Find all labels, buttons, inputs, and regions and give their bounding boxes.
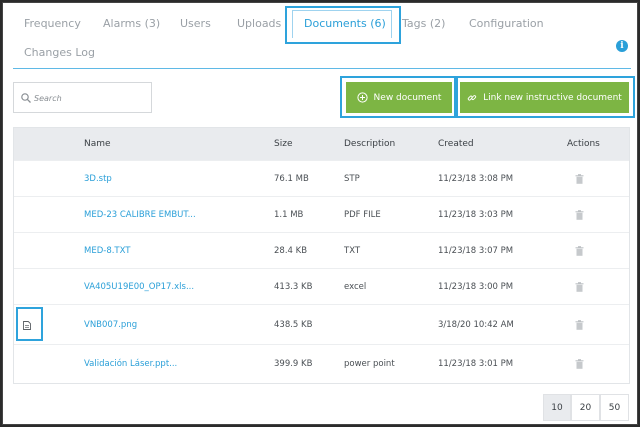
tab-documents[interactable]: Documents (6)	[304, 17, 386, 30]
document-created: 11/23/18 3:07 PM	[438, 246, 514, 256]
plus-circle-icon	[356, 92, 368, 103]
link-instructive-label: Link new instructive document	[483, 92, 622, 103]
document-size: 399.9 KB	[274, 359, 313, 369]
table-row: VA405U19E00_OP17.xls... 413.3 KB excel 1…	[14, 268, 629, 304]
document-description: excel	[344, 282, 367, 292]
table-row: Validación Láser.ppt... 399.9 KB power p…	[14, 344, 629, 382]
document-description: power point	[344, 359, 395, 369]
trash-icon[interactable]	[575, 174, 584, 184]
document-description: PDF FILE	[344, 210, 381, 220]
tab-underline	[13, 68, 631, 69]
info-icon[interactable]: i	[616, 40, 628, 52]
search-box	[13, 82, 152, 113]
search-input[interactable]	[34, 89, 146, 107]
page-size-50[interactable]: 50	[600, 394, 629, 421]
column-header-name[interactable]: Name	[84, 139, 111, 149]
document-name-link[interactable]: 3D.stp	[84, 174, 112, 184]
document-size: 1.1 MB	[274, 210, 304, 220]
column-header-created[interactable]: Created	[438, 139, 474, 149]
tab-bar: Frequency Alarms (3) Users Uploads Docum…	[3, 3, 637, 69]
document-created: 11/23/18 3:01 PM	[438, 359, 514, 369]
document-description: TXT	[344, 246, 361, 256]
column-header-description[interactable]: Description	[344, 139, 395, 149]
trash-icon[interactable]	[575, 246, 584, 256]
table-row: 3D.stp 76.1 MB STP 11/23/18 3:08 PM	[14, 160, 629, 196]
app-frame: Frequency Alarms (3) Users Uploads Docum…	[2, 2, 638, 425]
table-row: VNB007.png 438.5 KB 3/18/20 10:42 AM	[14, 304, 629, 344]
link-instructive-document-button[interactable]: Link new instructive document	[460, 82, 629, 113]
page-size-20[interactable]: 20	[571, 394, 600, 421]
tab-frequency[interactable]: Frequency	[24, 17, 81, 30]
trash-icon[interactable]	[575, 320, 584, 330]
document-created: 11/23/18 3:03 PM	[438, 210, 514, 220]
search-icon	[21, 93, 31, 103]
document-description: STP	[344, 174, 360, 184]
document-size: 28.4 KB	[274, 246, 308, 256]
column-header-size[interactable]: Size	[274, 139, 292, 149]
tab-users[interactable]: Users	[180, 17, 211, 30]
trash-icon[interactable]	[575, 210, 584, 220]
column-header-actions: Actions	[567, 139, 600, 149]
document-created: 3/18/20 10:42 AM	[438, 320, 514, 330]
trash-icon[interactable]	[575, 282, 584, 292]
document-size: 76.1 MB	[274, 174, 309, 184]
trash-icon[interactable]	[575, 359, 584, 369]
document-name-link[interactable]: VA405U19E00_OP17.xls...	[84, 282, 194, 292]
table-row: MED-8.TXT 28.4 KB TXT 11/23/18 3:07 PM	[14, 232, 629, 268]
document-name-link[interactable]: VNB007.png	[84, 320, 137, 330]
tab-changes-log[interactable]: Changes Log	[24, 46, 95, 59]
link-icon	[467, 94, 477, 100]
document-name-link[interactable]: MED-8.TXT	[84, 246, 130, 256]
document-size: 413.3 KB	[274, 282, 313, 292]
tab-configuration[interactable]: Configuration	[469, 17, 544, 30]
tab-uploads[interactable]: Uploads	[237, 17, 281, 30]
new-document-button[interactable]: New document	[346, 82, 452, 113]
document-created: 11/23/18 3:00 PM	[438, 282, 514, 292]
tab-alarms[interactable]: Alarms (3)	[103, 17, 160, 30]
document-name-link[interactable]: MED-23 CALIBRE EMBUT...	[84, 210, 196, 220]
tab-tags[interactable]: Tags (2)	[402, 17, 445, 30]
page-size-10[interactable]: 10	[543, 394, 571, 421]
document-name-link[interactable]: Validación Láser.ppt...	[84, 359, 177, 369]
document-size: 438.5 KB	[274, 320, 313, 330]
documents-table: Name Size Description Created Actions 3D…	[13, 127, 630, 384]
new-document-label: New document	[373, 92, 442, 103]
document-created: 11/23/18 3:08 PM	[438, 174, 514, 184]
document-icon-highlight	[16, 307, 43, 341]
table-header: Name Size Description Created Actions	[14, 128, 629, 160]
table-row: MED-23 CALIBRE EMBUT... 1.1 MB PDF FILE …	[14, 196, 629, 232]
